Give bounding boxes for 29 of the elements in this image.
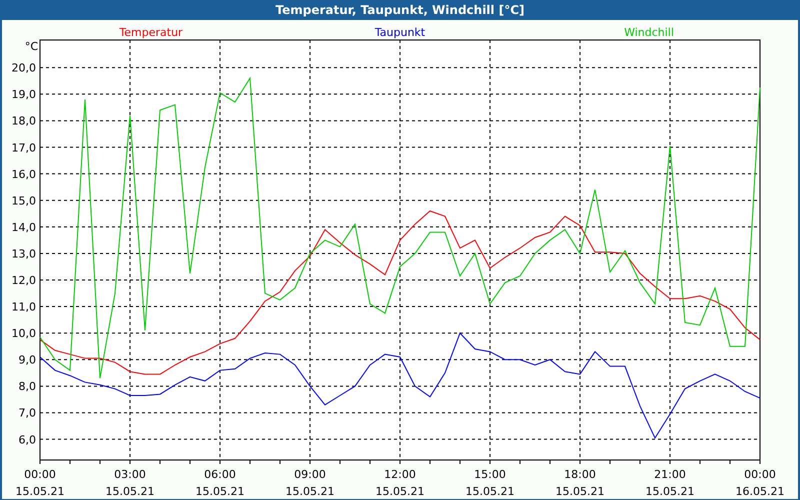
y-tick-label: 14,0 (12, 220, 36, 234)
y-tick-label: 12,0 (12, 274, 36, 287)
legend-label: Windchill (624, 26, 674, 39)
y-tick-label: 20,0 (12, 62, 36, 75)
window-title: Temperatur, Taupunkt, Windchill [°C] (276, 3, 524, 17)
x-tick-label: 21:00 15.05.21 (646, 468, 694, 498)
y-tick-label: 6,0 (18, 433, 36, 446)
x-tick-label: 03:00 15.05.21 (106, 468, 154, 498)
y-tick-label: 15,0 (12, 194, 36, 208)
legend-label: Temperatur (119, 26, 183, 39)
y-tick-label: 18,0 (12, 114, 36, 128)
x-tick-label: 18:00 15.05.21 (556, 468, 604, 498)
y-tick-label: 16,0 (12, 168, 36, 181)
y-tick-label: 10,0 (12, 327, 36, 340)
x-tick-label: 06:00 15.05.21 (196, 468, 244, 498)
y-tick-label: 17,0 (12, 141, 36, 154)
legend-label: Taupunkt (374, 26, 426, 39)
x-tick-label: 15:00 15.05.21 (466, 468, 514, 498)
x-tick-label: 09:00 15.05.21 (286, 468, 334, 498)
y-tick-label: 8,0 (18, 380, 36, 394)
y-tick-label: 9,0 (18, 354, 36, 367)
y-axis-unit: °C (24, 40, 38, 53)
x-tick-label: 00:00 16.05.21 (736, 468, 784, 498)
y-tick-label: 19,0 (12, 88, 36, 102)
x-tick-label: 12:00 15.05.21 (376, 468, 424, 498)
y-tick-label: 11,0 (12, 300, 36, 314)
y-tick-label: 13,0 (12, 247, 36, 260)
y-tick-label: 7,0 (18, 406, 36, 420)
x-tick-label: 00:00 15.05.21 (16, 468, 64, 498)
